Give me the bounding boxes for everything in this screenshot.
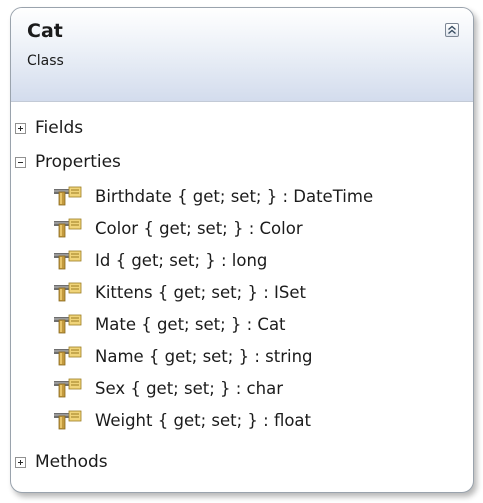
section-properties-label: Properties <box>35 152 121 172</box>
collapse-shape-button[interactable] <box>445 23 459 37</box>
property-text: Weight { get; set; } : float <box>95 410 312 430</box>
section-fields[interactable]: Fields <box>15 114 83 142</box>
section-methods[interactable]: Methods <box>15 448 108 476</box>
property-row[interactable]: Birthdate { get; set; } : DateTime <box>53 183 373 209</box>
section-properties[interactable]: Properties <box>15 148 121 176</box>
property-icon <box>54 186 82 206</box>
property-row[interactable]: Color { get; set; } : Color <box>53 215 303 241</box>
class-shape-cat[interactable]: Cat Class Fields Properties Birthdate { … <box>10 7 474 493</box>
property-row[interactable]: Id { get; set; } : long <box>53 247 267 273</box>
property-icon <box>54 314 82 334</box>
property-row[interactable]: Weight { get; set; } : float <box>53 407 311 433</box>
property-icon <box>54 378 82 398</box>
property-icon <box>54 282 82 302</box>
property-icon <box>54 250 82 270</box>
plus-box-icon[interactable] <box>15 122 26 134</box>
property-icon <box>54 218 82 238</box>
minus-box-icon[interactable] <box>15 156 26 168</box>
double-chevron-up-icon <box>448 25 456 34</box>
section-fields-label: Fields <box>35 118 84 138</box>
property-row[interactable]: Sex { get; set; } : char <box>53 375 283 401</box>
property-text: Sex { get; set; } : char <box>95 378 283 398</box>
property-text: Name { get; set; } : string <box>95 346 313 366</box>
property-text: Id { get; set; } : long <box>95 250 268 270</box>
property-text: Color { get; set; } : Color <box>95 218 303 238</box>
class-name: Cat <box>27 20 63 42</box>
property-text: Birthdate { get; set; } : DateTime <box>95 186 374 206</box>
property-row[interactable]: Kittens { get; set; } : ISet <box>53 279 306 305</box>
property-text: Kittens { get; set; } : ISet <box>95 282 306 302</box>
plus-box-icon[interactable] <box>15 456 26 468</box>
class-header[interactable]: Cat Class <box>11 8 473 102</box>
section-methods-label: Methods <box>35 452 108 472</box>
property-row[interactable]: Mate { get; set; } : Cat <box>53 311 286 337</box>
property-icon <box>54 410 82 430</box>
property-row[interactable]: Name { get; set; } : string <box>53 343 313 369</box>
property-text: Mate { get; set; } : Cat <box>95 314 286 334</box>
class-kind: Class <box>27 53 64 69</box>
property-icon <box>54 346 82 366</box>
